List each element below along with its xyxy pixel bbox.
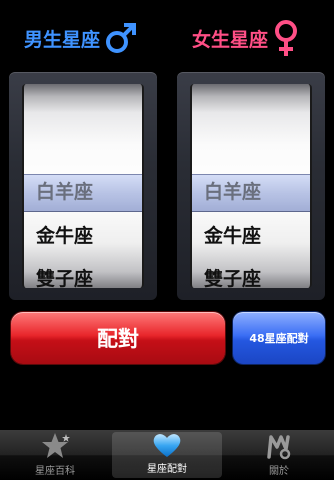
picker-item[interactable]: 金牛座 (24, 215, 142, 257)
female-zodiac-wheel[interactable]: 白羊座 金牛座 雙子座 (190, 84, 312, 288)
heart-icon (150, 431, 184, 459)
male-zodiac-wheel[interactable]: 白羊座 金牛座 雙子座 (22, 84, 144, 288)
tab-zodiac-encyclopedia[interactable]: 星座百科 (0, 430, 110, 480)
male-symbol-icon (106, 23, 137, 53)
tab-label: 關於 (269, 466, 289, 477)
picker-item[interactable]: 雙子座 (24, 258, 142, 288)
match48-button[interactable]: 48星座配對 (233, 312, 325, 364)
star-icon (38, 431, 72, 461)
female-zodiac-picker[interactable]: 白羊座 金牛座 雙子座 (177, 72, 325, 300)
female-symbol-icon (275, 20, 298, 56)
male-zodiac-picker[interactable]: 白羊座 金牛座 雙子座 (9, 72, 157, 300)
picker-item-selected[interactable]: 白羊座 (24, 171, 142, 213)
picker-item[interactable]: 金牛座 (192, 215, 310, 257)
male-header-label: 男生星座 (24, 28, 101, 51)
female-header-label: 女生星座 (192, 28, 269, 51)
match-button[interactable]: 配對 (11, 312, 225, 364)
picker-item[interactable]: 雙子座 (192, 258, 310, 288)
tab-label: 星座百科 (35, 466, 75, 477)
male-header: 男生星座 (24, 16, 139, 60)
about-icon (262, 431, 296, 461)
tab-zodiac-match[interactable]: 星座配對 (112, 432, 222, 478)
tab-label: 星座配對 (147, 464, 187, 475)
tab-bar: 星座百科 星座配對 關於 (0, 430, 334, 480)
picker-item-selected[interactable]: 白羊座 (192, 171, 310, 213)
tab-about[interactable]: 關於 (224, 430, 334, 480)
female-header: 女生星座 (192, 16, 301, 60)
